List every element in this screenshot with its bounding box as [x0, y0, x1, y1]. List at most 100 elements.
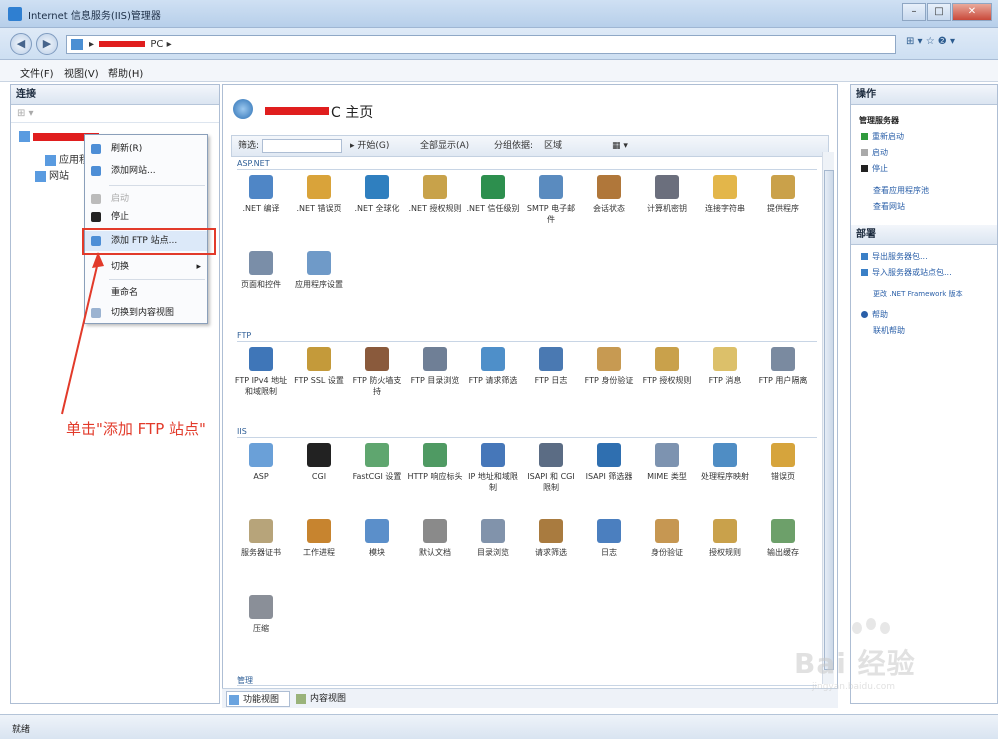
feature-group-heading[interactable]: FTP	[237, 331, 251, 340]
filter-input[interactable]	[262, 139, 342, 153]
feature-item[interactable]: 压缩	[233, 595, 289, 634]
feature-label: 处理程序映射	[701, 472, 749, 481]
close-button[interactable]: ✕	[952, 3, 992, 21]
back-button[interactable]: ◀	[10, 33, 32, 55]
feature-item[interactable]: 页面和控件	[233, 251, 289, 290]
feature-item[interactable]: MIME 类型	[639, 443, 695, 482]
feature-label: FTP IPv4 地址和域限制	[234, 376, 288, 396]
feature-item[interactable]: .NET 错误页	[291, 175, 347, 214]
feature-item[interactable]: 处理程序映射	[697, 443, 753, 482]
minimize-button[interactable]: –	[902, 3, 926, 21]
feature-item[interactable]: ISAPI 和 CGI 限制	[523, 443, 579, 493]
address-tools[interactable]: ⊞ ▾ ☆ ❷ ▾	[906, 36, 955, 47]
feature-item[interactable]: FTP 消息	[697, 347, 753, 386]
feature-item[interactable]: FTP 日志	[523, 347, 579, 386]
feature-item[interactable]: 会话状态	[581, 175, 637, 214]
action-online-help[interactable]: 联机帮助	[873, 325, 905, 336]
feature-item[interactable]: ISAPI 筛选器	[581, 443, 637, 482]
group-by-label: 分组依据:	[494, 141, 534, 151]
address-path[interactable]: ▸ PC ▸	[66, 35, 896, 54]
feature-item[interactable]: 授权规则	[697, 519, 753, 558]
menu-item-add-website[interactable]: 添加网站...	[85, 161, 207, 181]
menu-file[interactable]: 文件(F)	[20, 65, 54, 80]
help-icon	[861, 311, 868, 318]
address-path-prefix: ▸	[89, 39, 95, 50]
feature-item[interactable]: .NET 全球化	[349, 175, 405, 214]
feature-group-heading[interactable]: ASP.NET	[237, 159, 270, 168]
action-view-app-pools[interactable]: 查看应用程序池	[873, 185, 929, 196]
feature-item[interactable]: 模块	[349, 519, 405, 558]
feature-item[interactable]: 工作进程	[291, 519, 347, 558]
go-button[interactable]: ▸ 开始(G)	[350, 136, 389, 156]
feature-item[interactable]: FTP 防火墙支持	[349, 347, 405, 397]
feature-icon	[713, 175, 737, 199]
feature-item[interactable]: 身份验证	[639, 519, 695, 558]
maximize-button[interactable]: □	[927, 3, 951, 21]
action-view-sites[interactable]: 查看网站	[873, 201, 905, 212]
feature-label: FTP 身份验证	[584, 376, 634, 385]
feature-item[interactable]: 服务器证书	[233, 519, 289, 558]
feature-item[interactable]: 默认文档	[407, 519, 463, 558]
feature-scrollbar[interactable]	[822, 152, 834, 684]
feature-item[interactable]: 请求筛选	[523, 519, 579, 558]
feature-label: IP 地址和域限制	[468, 472, 518, 492]
feature-item[interactable]: 连接字符串	[697, 175, 753, 214]
feature-item[interactable]: 提供程序	[755, 175, 811, 214]
menu-item-switch[interactable]: 切换 ▸	[85, 257, 207, 277]
tab-features-view[interactable]: 功能视图	[226, 691, 290, 707]
feature-item[interactable]: FTP IPv4 地址和域限制	[233, 347, 289, 397]
feature-item[interactable]: ASP	[233, 443, 289, 482]
action-import-package[interactable]: 导入服务器或站点包...	[861, 267, 952, 278]
feature-item[interactable]: .NET 信任级别	[465, 175, 521, 214]
feature-item[interactable]: 目录浏览	[465, 519, 521, 558]
feature-item[interactable]: .NET 编译	[233, 175, 289, 214]
view-toggle[interactable]: ▦ ▾	[612, 136, 628, 156]
tree-app-pools[interactable]: 应用程	[45, 151, 89, 166]
feature-item[interactable]: FTP 请求筛选	[465, 347, 521, 386]
feature-item[interactable]: SMTP 电子邮件	[523, 175, 579, 225]
feature-icon	[771, 443, 795, 467]
menu-item-rename[interactable]: 重命名	[85, 283, 207, 303]
tree-sites[interactable]: 网站	[35, 167, 69, 182]
action-help[interactable]: 帮助	[861, 309, 888, 320]
menu-item-stop[interactable]: 停止	[85, 207, 207, 227]
feature-item[interactable]: FTP 身份验证	[581, 347, 637, 386]
feature-item[interactable]: .NET 授权规则	[407, 175, 463, 214]
menu-item-refresh[interactable]: 刷新(R)	[85, 139, 207, 159]
feature-item[interactable]: FastCGI 设置	[349, 443, 405, 482]
stop-icon	[91, 212, 101, 222]
feature-group-heading[interactable]: IIS	[237, 427, 247, 436]
feature-icon	[597, 175, 621, 199]
feature-item[interactable]: FTP 目录浏览	[407, 347, 463, 386]
group-divider	[237, 169, 817, 170]
menu-help[interactable]: 帮助(H)	[108, 65, 143, 80]
feature-item[interactable]: 计算机密钥	[639, 175, 695, 214]
action-restart[interactable]: 重新启动	[861, 131, 904, 142]
feature-item[interactable]: 日志	[581, 519, 637, 558]
feature-item[interactable]: 应用程序设置	[291, 251, 347, 290]
action-change-dotnet[interactable]: 更改 .NET Framework 版本	[873, 289, 963, 299]
tab-content-view[interactable]: 内容视图	[294, 691, 358, 707]
forward-button[interactable]: ▶	[36, 33, 58, 55]
feature-label: 页面和控件	[241, 280, 281, 289]
action-stop[interactable]: 停止	[861, 163, 888, 174]
connections-toolbar[interactable]: ⊞ ▾	[11, 105, 219, 123]
feature-item[interactable]: FTP SSL 设置	[291, 347, 347, 386]
feature-item[interactable]: HTTP 响应标头	[407, 443, 463, 482]
feature-item[interactable]: 错误页	[755, 443, 811, 482]
action-export-package[interactable]: 导出服务器包...	[861, 251, 928, 262]
scrollbar-thumb[interactable]	[824, 170, 834, 670]
group-by-select[interactable]: 区域	[544, 136, 562, 156]
feature-item[interactable]: FTP 授权规则	[639, 347, 695, 386]
feature-item[interactable]: 输出缓存	[755, 519, 811, 558]
menu-item-content-view[interactable]: 切换到内容视图	[85, 303, 207, 323]
feature-item[interactable]: FTP 用户隔离	[755, 347, 811, 386]
menu-item-start[interactable]: 启动	[85, 189, 207, 209]
feature-item[interactable]: CGI	[291, 443, 347, 482]
actions-manage-server-heading: 管理服务器	[859, 116, 899, 125]
menu-view[interactable]: 视图(V)	[64, 65, 99, 80]
feature-item[interactable]: IP 地址和域限制	[465, 443, 521, 493]
feature-label: ISAPI 筛选器	[585, 472, 633, 481]
show-all-button[interactable]: 全部显示(A)	[420, 136, 469, 156]
action-start[interactable]: 启动	[861, 147, 888, 158]
